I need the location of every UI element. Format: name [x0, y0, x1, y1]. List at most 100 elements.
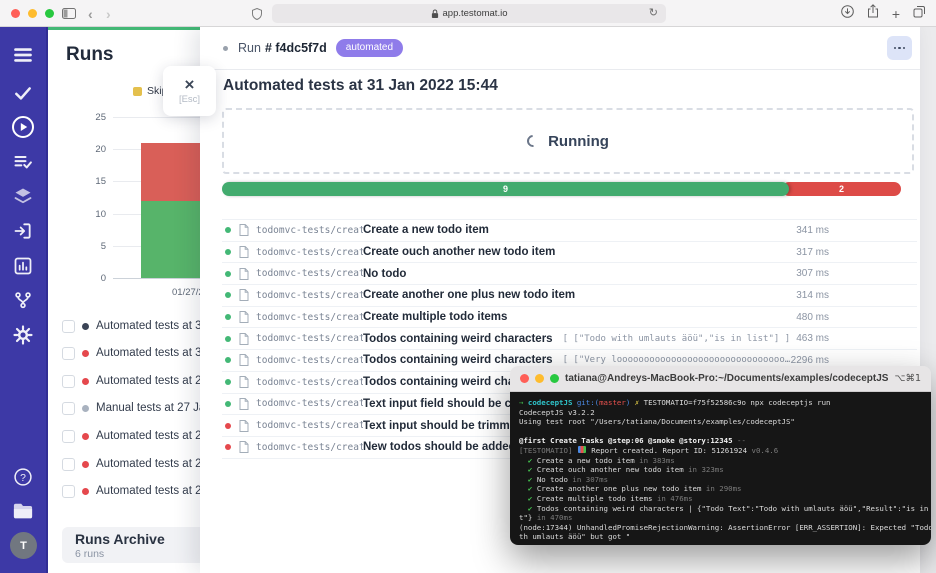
sidebar-item-folder[interactable]	[0, 501, 46, 521]
run-list-item[interactable]: Automated tests at 31 Jan	[62, 344, 200, 362]
file-icon	[239, 289, 249, 301]
test-name: Text input should be trimmed	[363, 420, 523, 432]
run-label: Automated tests at 26 Jan	[96, 485, 200, 497]
run-label: Manual tests at 27 Jan 20	[96, 402, 200, 414]
shield-icon[interactable]	[252, 0, 262, 27]
terminal-titlebar[interactable]: tatiana@Andreys-MacBook-Pro:~/Documents/…	[510, 366, 931, 392]
test-row[interactable]: todomvc-tests/create…Create a new todo i…	[222, 220, 917, 242]
file-icon	[239, 268, 249, 280]
run-id: # f4dc5f7d	[265, 41, 327, 55]
runs-panel-title: Runs	[66, 44, 114, 66]
run-checkbox[interactable]	[62, 458, 75, 471]
new-tab-icon[interactable]: +	[892, 6, 900, 22]
terminal-output: → codeceptJS git:(master) ✗ TESTOMATIO=f…	[510, 392, 931, 545]
run-status-dot	[82, 461, 89, 468]
test-status-dot	[225, 357, 231, 363]
file-icon	[239, 333, 249, 345]
run-checkbox[interactable]	[62, 347, 75, 360]
test-data-snippet: [ ["Very loooooooooooooooooooooooooooooo…	[563, 355, 791, 365]
run-status-dot	[223, 46, 228, 51]
sidebar-item-list-check[interactable]	[0, 152, 46, 172]
test-row[interactable]: todomvc-tests/create…Create multiple tod…	[222, 307, 917, 329]
progress-passed-segment: 9	[222, 182, 789, 196]
run-list-item[interactable]: Automated tests at 26 Jan	[62, 427, 200, 445]
test-status-dot	[225, 271, 231, 277]
maximize-window-button[interactable]	[45, 9, 54, 18]
run-status-dot	[82, 378, 89, 385]
run-list-item[interactable]: Manual tests at 27 Jan 20	[62, 399, 200, 417]
run-checkbox[interactable]	[62, 320, 75, 333]
share-icon[interactable]	[867, 4, 879, 23]
run-label: Automated tests at 31 Jan	[96, 320, 200, 332]
terminal-window-controls	[520, 374, 559, 383]
downloads-icon[interactable]	[841, 5, 854, 23]
test-row[interactable]: todomvc-tests/create…Todos containing we…	[222, 328, 917, 350]
run-list-item[interactable]: Automated tests at 27 Jan	[62, 372, 200, 390]
forward-button[interactable]: ›	[106, 0, 111, 27]
minimize-window-button[interactable]	[28, 9, 37, 18]
test-row[interactable]: todomvc-tests/create…Create ouch another…	[222, 242, 917, 264]
sidebar-item-git-branch[interactable]	[0, 290, 46, 310]
runs-archive-card[interactable]: Runs Archive 6 runs	[62, 527, 200, 563]
back-button[interactable]: ‹	[88, 0, 93, 27]
test-name: Todos containing weird characters	[363, 354, 553, 366]
more-actions-button[interactable]	[887, 36, 912, 60]
refresh-icon[interactable]: ↻	[649, 6, 658, 19]
sidebar-item-check[interactable]	[0, 83, 46, 103]
terminal-line: → codeceptJS git:(master) ✗ TESTOMATIO=f…	[519, 398, 922, 408]
tab-overview-icon[interactable]	[913, 5, 926, 23]
chart-bar-passed	[141, 201, 200, 278]
terminal-line: ✔ No todo in 307ms	[519, 475, 922, 485]
close-window-button[interactable]	[11, 9, 20, 18]
run-status-box: Running	[222, 108, 914, 174]
run-checkbox[interactable]	[62, 375, 75, 388]
progress-failed-segment: 2	[782, 182, 901, 196]
run-label: Automated tests at 26 Jan	[96, 458, 200, 470]
run-list-item[interactable]: Automated tests at 26 Jan	[62, 455, 200, 473]
terminal-line: ✔ Todos containing weird characters | {"…	[519, 504, 922, 514]
run-checkbox[interactable]	[62, 485, 75, 498]
terminal-line: CodeceptJS v3.2.2	[519, 408, 922, 418]
test-file-path: todomvc-tests/create…	[256, 420, 363, 431]
run-checkbox[interactable]	[62, 430, 75, 443]
terminal-close-button[interactable]	[520, 374, 529, 383]
terminal-maximize-button[interactable]	[550, 374, 559, 383]
test-row[interactable]: todomvc-tests/create…No todo307 ms	[222, 263, 917, 285]
sidebar-item-gear[interactable]	[0, 325, 46, 345]
run-list-item[interactable]: Automated tests at 26 Jan	[62, 482, 200, 500]
file-icon	[239, 398, 249, 410]
sidebar-item-bar-chart[interactable]	[0, 256, 46, 276]
sidebar-item-menu[interactable]	[0, 45, 46, 65]
test-name: Todos containing weird characters	[363, 333, 553, 345]
run-status-dot	[82, 405, 89, 412]
sidebar-item-import[interactable]	[0, 221, 46, 241]
bar-chart-emoji	[578, 446, 586, 453]
test-status-dot	[225, 423, 231, 429]
address-bar[interactable]: app.testomat.io	[272, 4, 666, 23]
test-data-snippet: [ ["Todo with umlauts äöü","is in list"]…	[563, 334, 797, 344]
terminal-minimize-button[interactable]	[535, 374, 544, 383]
file-icon	[239, 376, 249, 388]
terminal-line: [TESTOMATIO] Report created. Report ID: …	[519, 446, 922, 456]
run-breadcrumb-prefix: Run	[238, 41, 261, 55]
sidebar-item-play[interactable]	[0, 115, 46, 139]
run-checkbox[interactable]	[62, 402, 75, 415]
terminal-shortcut: ⌥⌘1	[895, 373, 922, 384]
sidebar-item-layers[interactable]	[0, 186, 46, 206]
test-duration: 341 ms	[796, 225, 917, 236]
terminal-line: th umlauts äöü" but got "	[519, 532, 922, 542]
app-sidebar: ?T	[0, 27, 48, 573]
test-name: Create multiple todo items	[363, 311, 507, 323]
test-status-dot	[225, 336, 231, 342]
url-text: app.testomat.io	[443, 8, 508, 19]
sidebar-toggle-icon[interactable]	[62, 0, 76, 27]
close-panel-button[interactable]: × [Esc]	[163, 66, 216, 116]
terminal-line: (node:17344) UnhandledPromiseRejectionWa…	[519, 523, 922, 533]
terminal-line: ✔ Create another one plus new todo item …	[519, 484, 922, 494]
avatar[interactable]: T	[10, 532, 37, 559]
test-row[interactable]: todomvc-tests/create…Create another one …	[222, 285, 917, 307]
run-list-item[interactable]: Automated tests at 31 Jan	[62, 317, 200, 335]
sidebar-item-help[interactable]: ?	[0, 467, 46, 487]
run-status-dot	[82, 323, 89, 330]
test-status-dot	[225, 249, 231, 255]
